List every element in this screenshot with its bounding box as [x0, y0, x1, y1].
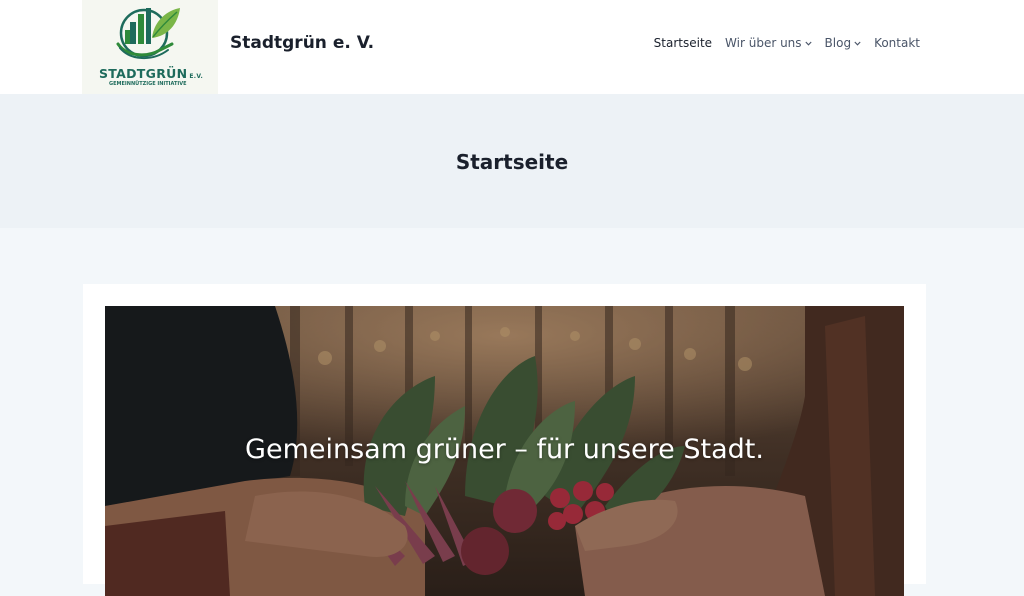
hero-banner: Gemeinsam grüner – für unsere Stadt. [105, 306, 904, 596]
nav-item-label: Wir über uns [725, 36, 802, 50]
chevron-down-icon [854, 41, 861, 46]
logo-wordmark: STADTGRÜN E.V. [99, 66, 203, 81]
logo-tagline: GEMEINNÜTZIGE INITIATIVE [109, 81, 187, 87]
nav-item-label: Blog [824, 36, 852, 50]
nav-item-wir-ueber-uns[interactable]: Wir über uns [725, 36, 812, 50]
page-title-bar: Startseite [0, 94, 1024, 228]
chevron-down-icon [804, 41, 812, 46]
nav-item-label: Kontakt [874, 36, 920, 50]
nav-item-label: Startseite [653, 36, 713, 50]
site-logo[interactable]: STADTGRÜN E.V. GEMEINNÜTZIGE INITIATIVE [82, 0, 218, 94]
logo-name: STADTGRÜN [99, 66, 188, 81]
site-header: STADTGRÜN E.V. GEMEINNÜTZIGE INITIATIVE S… [0, 0, 1024, 94]
site-title[interactable]: Stadtgrün e. V. [230, 33, 374, 53]
main-navigation: Startseite Wir über uns Blog Kontakt [654, 36, 920, 50]
nav-item-kontakt[interactable]: Kontakt [874, 36, 920, 50]
nav-item-blog[interactable]: Blog [825, 36, 862, 50]
page-title: Startseite [455, 150, 569, 174]
content-card: Gemeinsam grüner – für unsere Stadt. [83, 284, 926, 596]
logo-suffix: E.V. [189, 73, 204, 80]
banner-heading: Gemeinsam grüner – für unsere Stadt. [245, 434, 764, 465]
nav-item-startseite[interactable]: Startseite [654, 36, 712, 50]
